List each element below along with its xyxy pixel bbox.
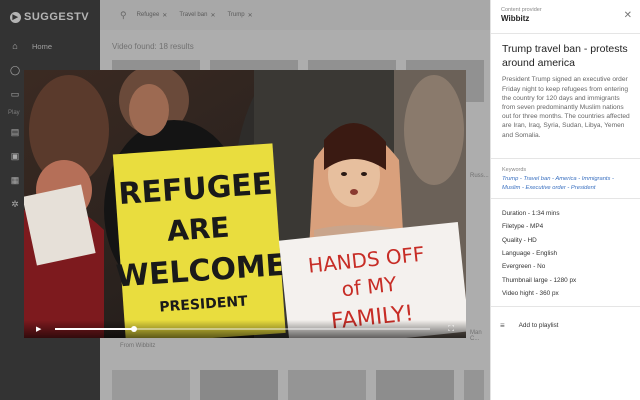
meta-video-height: Video hight - 360 px — [502, 289, 559, 297]
fullscreen-icon[interactable]: ⛶ — [448, 324, 454, 334]
meta-duration: Duration - 1:34 mins — [502, 210, 560, 218]
divider — [491, 198, 640, 200]
provider-label: Content provider — [501, 7, 542, 13]
provider-name: Wibbitz — [501, 14, 530, 23]
video-details-panel: Content provider Wibbitz ✕ Trump travel … — [490, 0, 640, 400]
play-icon[interactable]: ▶ — [36, 325, 41, 333]
metadata-list: Duration - 1:34 mins Filetype - MP4 Qual… — [491, 205, 640, 300]
meta-filetype: Filetype - MP4 — [502, 223, 544, 231]
add-to-playlist-button[interactable]: ≡ Add to playlist — [491, 313, 640, 337]
video-player[interactable]: REFUGEE ARE WELCOME PRESIDENT HANDS OFF … — [24, 70, 466, 338]
keywords-list[interactable]: Trump - Travel ban - America - Immigrant… — [491, 175, 640, 192]
playlist-add-icon: ≡ — [500, 320, 505, 330]
meta-thumbnail: Thumbnail large - 1280 px — [502, 276, 577, 284]
close-icon[interactable]: ✕ — [624, 10, 632, 21]
add-to-playlist-label: Add to playlist — [518, 321, 559, 329]
divider — [491, 158, 640, 160]
meta-evergreen: Evergreen - No — [502, 263, 546, 271]
video-description: President Trump signed an executive orde… — [502, 76, 630, 139]
meta-quality: Quality - HD — [502, 236, 537, 244]
divider — [491, 306, 640, 308]
sign-text: ARE — [166, 211, 231, 248]
panel-header: Content provider Wibbitz ✕ — [491, 0, 640, 34]
meta-language: Language - English — [502, 250, 558, 258]
video-title: Trump travel ban - protests around ameri… — [502, 43, 628, 70]
progress-bar[interactable] — [55, 326, 431, 332]
player-controls: ▶ ⛶ — [24, 320, 466, 338]
progress-fill — [55, 328, 135, 330]
progress-handle[interactable] — [131, 326, 138, 332]
keywords-label: Keywords — [502, 167, 527, 174]
video-frame: REFUGEE ARE WELCOME PRESIDENT HANDS OFF … — [24, 70, 466, 338]
